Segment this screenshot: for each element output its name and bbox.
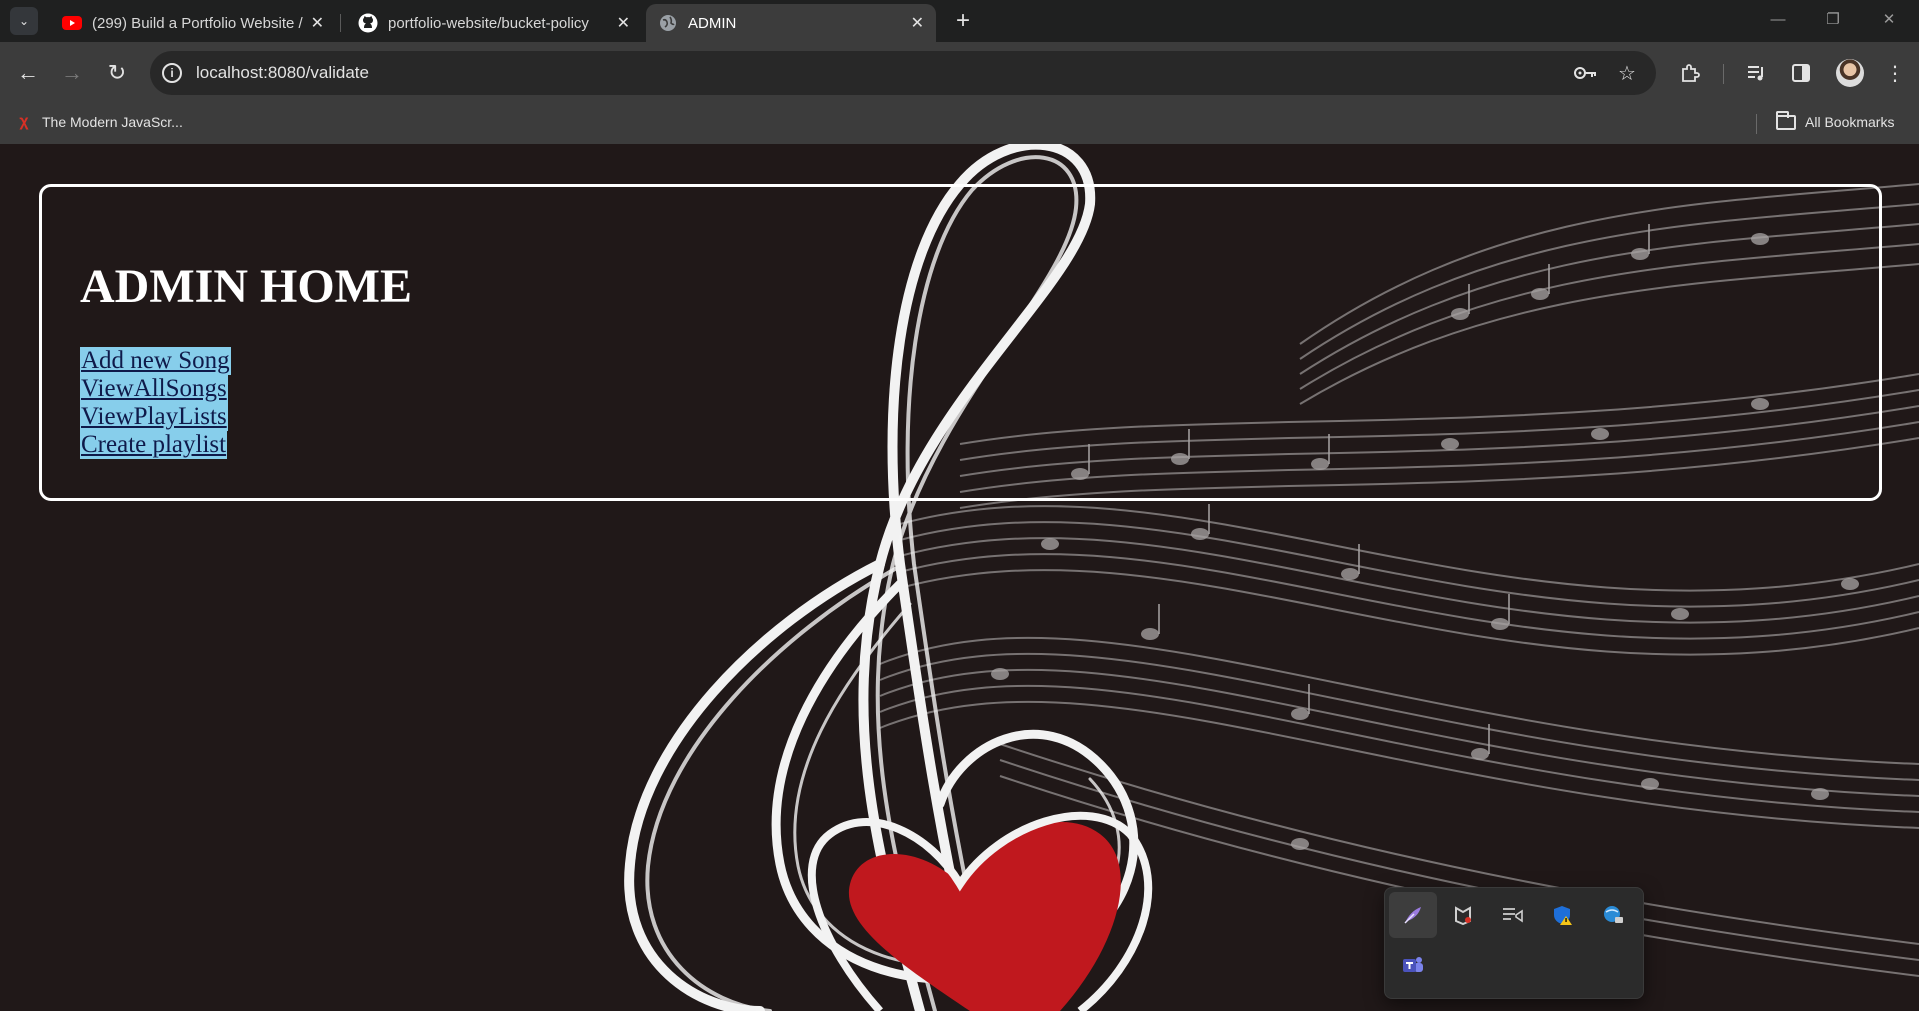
side-panel-icon[interactable] xyxy=(1785,57,1817,89)
address-bar[interactable]: i localhost:8080/validate ☆ xyxy=(150,51,1656,95)
admin-panel: ADMIN HOME Add new Song ViewAllSongs Vie… xyxy=(39,184,1882,501)
bookmarks-bar: χ The Modern JavaScr... All Bookmarks xyxy=(0,104,1919,144)
github-icon xyxy=(358,13,378,33)
teams-icon[interactable] xyxy=(1389,942,1437,988)
tab-title: (299) Build a Portfolio Website / xyxy=(92,14,303,32)
network-drive-icon[interactable] xyxy=(1589,892,1637,938)
minimize-icon[interactable]: — xyxy=(1755,4,1801,34)
tab-strip: ⌄ (299) Build a Portfolio Website / ✕ po… xyxy=(0,0,1919,42)
folder-icon xyxy=(1776,110,1796,130)
tab-github[interactable]: portfolio-website/bucket-policy ✕ xyxy=(346,4,642,42)
system-tray-overflow xyxy=(1384,887,1644,999)
mcafee-icon[interactable] xyxy=(1439,892,1487,938)
forward-arrow-icon[interactable]: → xyxy=(56,57,88,89)
reload-icon[interactable]: ↻ xyxy=(101,57,133,89)
add-new-song-link[interactable]: Add new Song xyxy=(80,347,231,375)
close-tab-icon[interactable]: ✕ xyxy=(911,13,924,33)
tab-divider xyxy=(340,14,341,32)
site-info-icon[interactable]: i xyxy=(162,63,182,83)
admin-links: Add new Song ViewAllSongs ViewPlayLists … xyxy=(80,347,231,459)
extensions-puzzle-icon[interactable] xyxy=(1674,57,1706,89)
globe-icon xyxy=(658,13,678,33)
toolbar-divider xyxy=(1723,64,1724,84)
bookmark-item[interactable]: χ The Modern JavaScr... xyxy=(16,113,183,130)
tab-admin[interactable]: ADMIN ✕ xyxy=(646,4,936,42)
media-cast-icon[interactable] xyxy=(1489,892,1537,938)
bookmarks-divider xyxy=(1756,114,1757,134)
back-arrow-icon[interactable]: ← xyxy=(12,57,44,89)
window-close-icon[interactable]: ✕ xyxy=(1866,4,1912,34)
profile-avatar[interactable] xyxy=(1836,59,1864,87)
url-text[interactable]: localhost:8080/validate xyxy=(196,63,369,83)
all-bookmarks-label: All Bookmarks xyxy=(1805,114,1895,130)
browser-toolbar: ← → ↻ i localhost:8080/validate ☆ ⋮ xyxy=(0,42,1919,104)
close-tab-icon[interactable]: ✕ xyxy=(617,13,630,33)
close-tab-icon[interactable]: ✕ xyxy=(311,13,324,33)
feather-icon[interactable] xyxy=(1389,892,1437,938)
tab-title: ADMIN xyxy=(688,14,737,32)
tab-search-chevron-icon[interactable]: ⌄ xyxy=(10,7,38,35)
media-queue-icon[interactable] xyxy=(1741,57,1773,89)
page-viewport: ADMIN HOME Add new Song ViewAllSongs Vie… xyxy=(0,144,1919,1011)
password-key-icon[interactable] xyxy=(1572,59,1600,87)
restore-icon[interactable]: ❐ xyxy=(1810,4,1856,34)
kebab-menu-icon[interactable]: ⋮ xyxy=(1879,57,1911,89)
youtube-icon xyxy=(62,13,82,33)
all-bookmarks-button[interactable]: All Bookmarks xyxy=(1776,110,1895,130)
view-all-songs-link[interactable]: ViewAllSongs xyxy=(80,375,228,403)
view-playlists-link[interactable]: ViewPlayLists xyxy=(80,403,228,431)
tab-youtube[interactable]: (299) Build a Portfolio Website / ✕ xyxy=(50,4,336,42)
new-tab-button[interactable]: + xyxy=(948,6,978,36)
bookmark-label: The Modern JavaScr... xyxy=(42,114,183,130)
tab-title: portfolio-website/bucket-policy xyxy=(388,14,589,32)
create-playlist-link[interactable]: Create playlist xyxy=(80,431,228,459)
defender-warning-icon[interactable] xyxy=(1539,892,1587,938)
page-title: ADMIN HOME xyxy=(80,260,412,313)
bookmark-favicon-icon: χ xyxy=(19,113,29,130)
bookmark-star-icon[interactable]: ☆ xyxy=(1613,59,1641,87)
